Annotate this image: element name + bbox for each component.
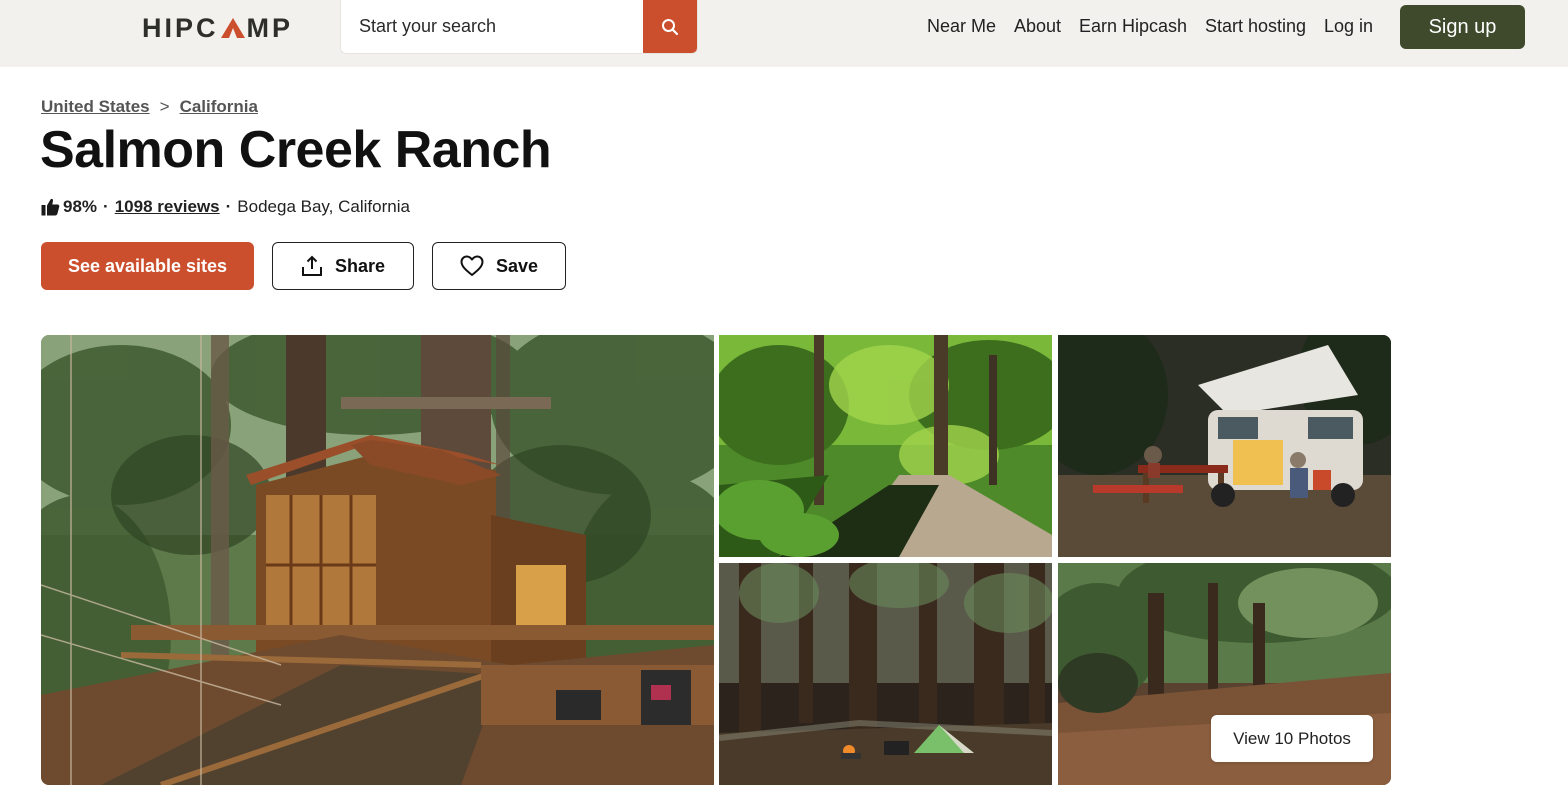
see-available-sites-button[interactable]: See available sites (41, 242, 254, 290)
view-photos-button[interactable]: View 10 Photos (1211, 715, 1373, 762)
page-title: Salmon Creek Ranch (40, 121, 552, 179)
share-button[interactable]: Share (272, 242, 414, 290)
breadcrumb-california[interactable]: California (180, 97, 258, 117)
search-button[interactable] (643, 0, 697, 53)
rating-percent: 98% (63, 197, 98, 216)
listing-location: Bodega Bay, California (237, 197, 410, 216)
nav-about[interactable]: About (1014, 16, 1061, 37)
breadcrumb-separator: > (159, 97, 170, 116)
share-icon (301, 255, 322, 276)
share-label: Share (334, 255, 386, 276)
breadcrumb: United States > California (41, 97, 258, 117)
save-label: Save (495, 255, 539, 276)
photo-creek[interactable] (719, 335, 1052, 557)
top-nav: HIPC MP Near Me About Earn Hipcash Start… (0, 0, 1568, 67)
search-icon (662, 18, 679, 35)
logo-text-left: HIPC (142, 12, 219, 43)
reviews-link[interactable]: 1098 reviews (115, 197, 220, 217)
meta-separator: · (225, 197, 232, 216)
photo-camper-van[interactable] (1058, 335, 1391, 557)
save-button[interactable]: Save (432, 242, 566, 290)
thumbs-up-icon (41, 198, 60, 216)
logo-tent-icon (220, 17, 246, 39)
search-input[interactable] (341, 0, 643, 53)
nav-near-me[interactable]: Near Me (927, 16, 996, 37)
nav-log-in[interactable]: Log in (1324, 16, 1373, 37)
sign-up-button[interactable]: Sign up (1400, 5, 1525, 49)
breadcrumb-united-states[interactable]: United States (41, 97, 150, 117)
logo-text-right: MP (246, 12, 294, 43)
nav-start-hosting[interactable]: Start hosting (1205, 16, 1306, 37)
photo-treehouse[interactable] (41, 335, 714, 785)
photo-tent-campsite[interactable] (719, 563, 1052, 785)
hipcamp-logo[interactable]: HIPC MP (142, 11, 293, 45)
nav-earn-hipcash[interactable]: Earn Hipcash (1079, 16, 1187, 37)
listing-meta: 98% · 1098 reviews · Bodega Bay, Califor… (41, 197, 410, 217)
heart-icon (460, 255, 484, 276)
meta-separator: · (103, 197, 109, 216)
search-bar (340, 0, 698, 54)
